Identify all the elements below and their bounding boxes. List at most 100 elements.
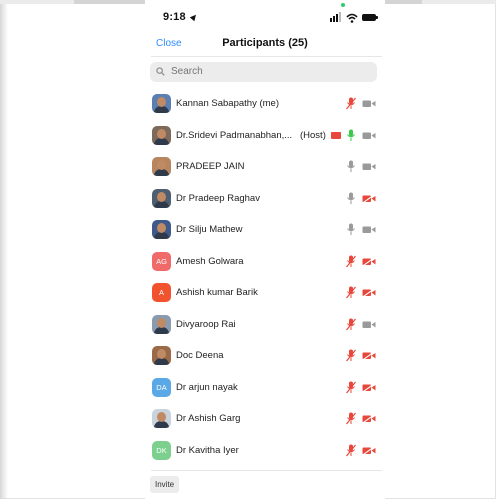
participant-name: Divyaroop Rai bbox=[176, 318, 236, 330]
signal-bar-icon bbox=[330, 18, 332, 22]
phone-screen: 9:18 Close Participants (25) Kannan Saba… bbox=[145, 0, 385, 499]
video-camera-icon bbox=[362, 132, 376, 139]
participant-row[interactable]: DA Dr arjun nayak bbox=[145, 372, 385, 403]
participant-name: Ashish kumar Barik bbox=[176, 287, 258, 298]
video-camera-icon bbox=[362, 100, 376, 107]
avatar: AG bbox=[152, 251, 171, 271]
video-camera-icon bbox=[362, 163, 376, 170]
participant-name: PRADEEP JAIN bbox=[176, 161, 245, 172]
avatar bbox=[152, 125, 171, 145]
signal-bar-icon bbox=[333, 16, 335, 22]
avatar-head bbox=[157, 412, 166, 422]
wifi-icon bbox=[346, 13, 358, 23]
avatar bbox=[152, 94, 171, 113]
avatar bbox=[152, 409, 171, 428]
participant-name: Dr Kavitha Iyer bbox=[176, 444, 239, 456]
nav-divider bbox=[151, 56, 382, 57]
avatar-head bbox=[157, 97, 166, 107]
bottom-divider bbox=[151, 470, 382, 471]
mic-muted-icon bbox=[346, 286, 356, 299]
avatar bbox=[152, 346, 171, 365]
camera-indicator-dot bbox=[341, 3, 345, 7]
invite-button[interactable]: Invite bbox=[150, 476, 180, 493]
video-camera-icon bbox=[362, 226, 376, 233]
search-input[interactable] bbox=[171, 66, 361, 77]
video-off-icon bbox=[362, 414, 376, 423]
avatar-body bbox=[154, 232, 169, 239]
avatar bbox=[152, 314, 171, 334]
participant-row[interactable]: DK Dr Kavitha Iyer bbox=[145, 435, 385, 466]
signal-bar-icon bbox=[336, 14, 338, 22]
avatar-body bbox=[154, 326, 169, 334]
avatar-body bbox=[154, 200, 169, 208]
avatar-head bbox=[157, 223, 166, 233]
participant-row[interactable]: Doc Deena bbox=[145, 340, 385, 371]
avatar bbox=[152, 157, 171, 176]
avatar: DA bbox=[152, 377, 171, 397]
microphone-icon bbox=[347, 160, 355, 172]
video-off-icon bbox=[362, 193, 376, 203]
video-off-icon bbox=[362, 256, 376, 266]
participant-name: Dr Silju Mathew bbox=[176, 224, 243, 235]
status-time: 9:18 bbox=[163, 11, 186, 23]
participant-name: Dr arjun nayak bbox=[176, 381, 238, 393]
microphone-icon bbox=[347, 223, 355, 235]
participant-row[interactable]: AG Amesh Golwara bbox=[145, 246, 385, 277]
participant-row[interactable]: A Ashish kumar Barik bbox=[145, 277, 385, 308]
top-border-right bbox=[422, 0, 496, 4]
host-label: (Host) bbox=[300, 129, 326, 141]
mic-muted-icon bbox=[346, 97, 356, 110]
video-off-icon bbox=[362, 445, 376, 455]
avatar-body bbox=[154, 358, 169, 365]
video-off-icon bbox=[362, 351, 376, 360]
mic-muted-icon bbox=[346, 255, 356, 267]
avatar bbox=[152, 220, 171, 239]
location-arrow-icon bbox=[189, 12, 199, 22]
status-bar: 9:18 bbox=[145, 0, 385, 34]
recording-icon bbox=[331, 131, 341, 139]
avatar-head bbox=[157, 191, 166, 202]
avatar-body bbox=[154, 137, 169, 145]
participant-row[interactable]: Dr Ashish Garg bbox=[145, 403, 385, 434]
participant-row[interactable]: Divyaroop Rai bbox=[145, 309, 385, 340]
microphone-icon bbox=[347, 129, 355, 141]
battery-icon bbox=[362, 14, 376, 21]
mic-muted-icon bbox=[346, 412, 356, 425]
video-camera-icon bbox=[362, 321, 376, 328]
participant-name: Dr Pradeep Raghav bbox=[176, 192, 260, 204]
top-border-left bbox=[0, 0, 74, 4]
battery-tip bbox=[376, 16, 378, 19]
search-icon bbox=[156, 67, 165, 76]
navigation-bar: Close Participants (25) bbox=[145, 34, 385, 56]
avatar: A bbox=[152, 283, 171, 302]
mic-muted-icon bbox=[346, 349, 356, 362]
participant-row[interactable]: Kannan Sabapathy (me) bbox=[145, 88, 385, 119]
participant-row[interactable]: Dr Silju Mathew bbox=[145, 214, 385, 245]
participant-row[interactable]: Dr.Sridevi Padmanabhan,... (Host) bbox=[145, 120, 385, 151]
avatar-head bbox=[157, 349, 166, 359]
participant-name: Amesh Golwara bbox=[176, 255, 244, 267]
participant-name: Dr Ashish Garg bbox=[176, 413, 241, 424]
video-off-icon bbox=[362, 382, 376, 392]
mic-muted-icon bbox=[346, 381, 356, 393]
microphone-icon bbox=[347, 192, 355, 204]
video-off-icon bbox=[362, 288, 376, 297]
signal-bar-icon bbox=[339, 12, 341, 22]
avatar-head bbox=[157, 128, 166, 139]
avatar: DK bbox=[152, 440, 171, 460]
participant-row[interactable]: Dr Pradeep Raghav bbox=[145, 183, 385, 214]
avatar-body bbox=[154, 169, 169, 176]
avatar-body bbox=[154, 106, 169, 113]
mic-muted-icon bbox=[346, 444, 356, 456]
avatar bbox=[152, 188, 171, 208]
participant-name: Dr.Sridevi Padmanabhan,... bbox=[176, 129, 293, 141]
search-bar[interactable] bbox=[150, 62, 377, 82]
participant-name: Kannan Sabapathy (me) bbox=[176, 98, 279, 109]
avatar-body bbox=[154, 421, 169, 428]
participant-row[interactable]: PRADEEP JAIN bbox=[145, 151, 385, 182]
page-title: Participants (25) bbox=[222, 37, 308, 49]
avatar-head bbox=[157, 317, 166, 328]
avatar-head bbox=[157, 160, 166, 170]
left-edge-shadow bbox=[0, 4, 8, 499]
mic-muted-icon bbox=[346, 318, 356, 330]
